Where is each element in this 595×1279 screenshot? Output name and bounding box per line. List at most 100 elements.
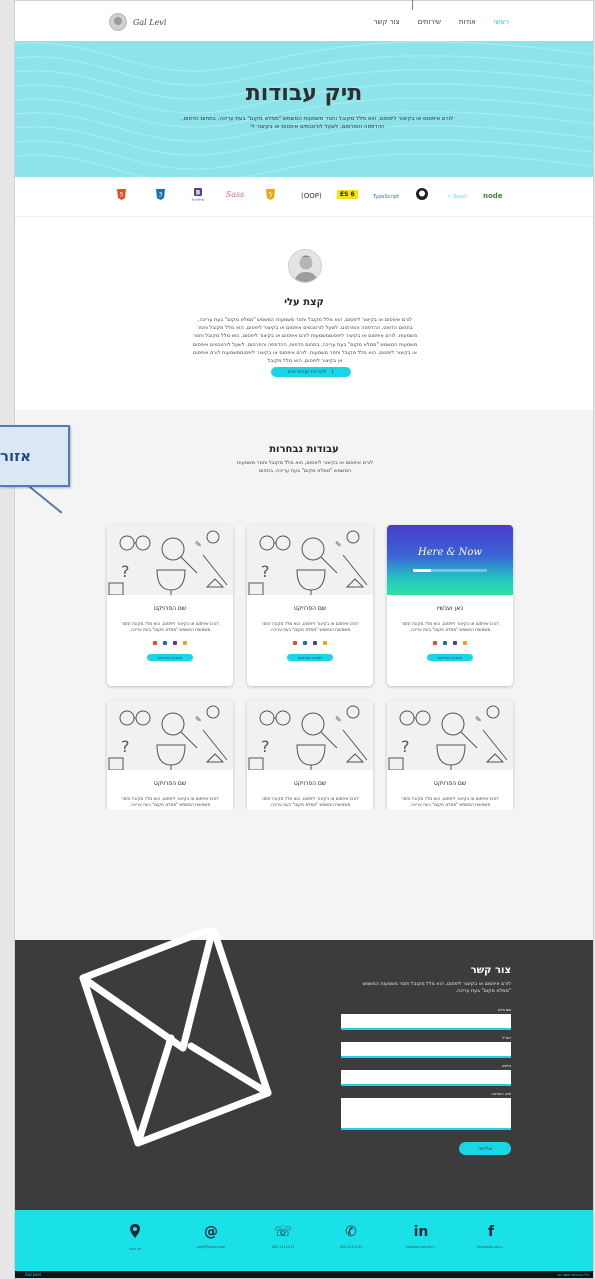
svg-text:5: 5 [269, 192, 273, 199]
email-icon: @ [204, 1224, 218, 1240]
about-section: קצת עלי לורם איפסום או בקיצור ליפסום, הו… [15, 217, 593, 410]
message-textarea[interactable] [341, 1098, 511, 1130]
nav-item-services[interactable]: שירותים [418, 18, 441, 26]
hero-wave-pattern [15, 41, 593, 177]
contact-subtitle: לורם איפסום או בקיצור ליפסום, הוא מלל מק… [362, 982, 511, 994]
project-card[interactable]: Here & Now כאן ועכשיו לורם איפסום או בקי… [387, 525, 513, 686]
profile-avatar [288, 249, 322, 283]
project-description: לורם איפסום או בקיצור ליפסום, הוא מלל מק… [401, 796, 499, 808]
project-description: לורם איפסום או בקיצור ליפסום, הוא מלל מק… [261, 796, 359, 808]
project-card[interactable]: ? ✎ שם הפרויקט לורם איפסום או בקיצור ליפ… [107, 525, 233, 686]
oop-label: (OOP) [301, 192, 322, 200]
svg-text:✎: ✎ [475, 715, 482, 724]
svg-text:?: ? [401, 737, 410, 756]
view-project-button[interactable]: לצפייה בפרויקט [427, 654, 473, 661]
about-text: לורם איפסום או בקיצור ליפסום, הוא מלל מק… [192, 317, 418, 365]
project-tech-icons [387, 641, 513, 645]
project-image-bar [413, 569, 487, 572]
contact-section: צור קשר לורם איפסום או בקיצור ליפסום, הו… [15, 928, 593, 1210]
envelope-icon [79, 928, 272, 1147]
view-project-button[interactable]: לצפייה בפרויקט [287, 654, 333, 661]
project-image-doodle: ? ✎ [247, 700, 373, 770]
footer-item-email[interactable]: @ mail@gmail.com [181, 1224, 241, 1249]
footer-item-linkedin[interactable]: in linkedin.com/in/... [391, 1224, 451, 1249]
send-button[interactable]: שליחה [459, 1142, 511, 1155]
view-project-button[interactable]: לצפייה בפרויקט [147, 654, 193, 661]
javascript-icon [183, 641, 187, 645]
svg-text:Bootstrap: Bootstrap [192, 198, 205, 202]
javascript-icon: 5 [266, 189, 275, 200]
annotation-callout: אזור [0, 425, 70, 487]
download-cv-button[interactable]: ⇩ להורדת קורות חיים [271, 367, 351, 377]
es6-badge: ES 6 [337, 190, 358, 199]
fullname-input[interactable] [341, 1014, 511, 1030]
typescript-label: TypeScript [373, 194, 399, 200]
message-label: תוכן ההודעה [491, 1092, 511, 1096]
portfolio-page: Gal Levi ראשי אודות שירותים צור קשר תיק … [14, 0, 594, 1279]
projects-subtitle: לורם איפסום או בקיצור ליפסום, הוא מלל מק… [236, 460, 374, 474]
svg-text:?: ? [261, 737, 270, 756]
svg-text:?: ? [121, 562, 130, 581]
hero-title: תיק עבודות [245, 81, 363, 106]
project-description: לורם איפסום או בקיצור ליפסום, הוא מלל מק… [121, 621, 219, 633]
footer-contact-bar: תל אביב @ mail@gmail.com ☏ 050-1111111 ✆… [15, 1210, 593, 1271]
download-icon: ⇩ [330, 369, 335, 375]
tech-logos-bar: 5 3 B Bootstrap Sass 5 (OOP) ES 6 TypeSc… [15, 179, 593, 217]
location-icon [105, 1224, 165, 1242]
footer-item-location[interactable]: תל אביב [105, 1224, 165, 1251]
html5-icon [293, 641, 297, 645]
svg-text:✎: ✎ [195, 540, 202, 549]
email-label: דוא"ל [501, 1036, 511, 1040]
svg-text:?: ? [261, 562, 270, 581]
navbar: Gal Levi ראשי אודות שירותים צור קשר [15, 1, 593, 41]
doodle-pattern: ? ✎ [108, 530, 228, 595]
project-title: שם הפרויקט [153, 605, 187, 612]
hero-section: תיק עבודות לורם איפסום או בקיצור ליפסום,… [15, 41, 593, 177]
bottom-bar: Gal Levi כל הזכויות שמורות [15, 1271, 593, 1278]
project-description: לורם איפסום או בקיצור ליפסום, הוא מלל מק… [261, 621, 359, 633]
doodle-pattern: ? ✎ [248, 530, 368, 595]
bootstrap-icon [313, 641, 317, 645]
fullname-label: שם מלא [498, 1008, 511, 1012]
css3-icon: 3 [156, 189, 165, 200]
contact-title: צור קשר [470, 965, 511, 976]
project-image-here-now: Here & Now [387, 525, 513, 595]
github-icon [416, 188, 428, 200]
project-image-doodle: ? ✎ [107, 525, 233, 595]
logo[interactable]: Gal Levi [109, 13, 166, 31]
footer-item-facebook[interactable]: f facebook.com/... [461, 1224, 521, 1249]
footer-email-text: mail@gmail.com [196, 1245, 226, 1249]
project-tech-icons [107, 641, 233, 645]
facebook-icon: f [487, 1224, 495, 1240]
html5-icon: 5 [117, 189, 126, 200]
project-title: שם הפרויקט [433, 780, 467, 787]
logo-text: Gal Levi [133, 17, 167, 27]
nav-item-home[interactable]: ראשי [494, 18, 509, 26]
email-input[interactable] [341, 1042, 511, 1058]
bootstrap-icon [173, 641, 177, 645]
svg-text:✎: ✎ [335, 715, 342, 724]
logo-avatar [109, 13, 127, 31]
html5-icon [433, 641, 437, 645]
svg-text:✎: ✎ [195, 715, 202, 724]
svg-text:5: 5 [120, 192, 124, 199]
phone-input[interactable] [341, 1070, 511, 1086]
css3-icon [163, 641, 167, 645]
about-title: קצת עלי [284, 297, 324, 308]
bootstrap-icon: B Bootstrap [192, 188, 205, 202]
footer-item-whatsapp[interactable]: ☏ 050-1111111 [253, 1224, 313, 1249]
nav-item-contact[interactable]: צור קשר [374, 18, 400, 26]
footer-item-phone[interactable]: ✆ 050-1111111 [321, 1224, 381, 1249]
project-image-doodle: ? ✎ [387, 700, 513, 770]
css3-icon [303, 641, 307, 645]
project-image-title: Here & Now [418, 547, 482, 558]
callout-connector-top [412, 0, 413, 10]
bottom-brand: Gal Levi [25, 1272, 42, 1277]
section-spacer [15, 810, 593, 940]
react-text: React [453, 194, 468, 200]
svg-text:B: B [196, 190, 201, 197]
hero-text: לורם איפסום או בקיצור ליפסום, הוא מלל מק… [181, 116, 454, 130]
project-card[interactable]: ? ✎ שם הפרויקט לורם איפסום או בקיצור ליפ… [247, 525, 373, 686]
svg-text:✎: ✎ [335, 540, 342, 549]
nav-item-about[interactable]: אודות [459, 18, 476, 26]
